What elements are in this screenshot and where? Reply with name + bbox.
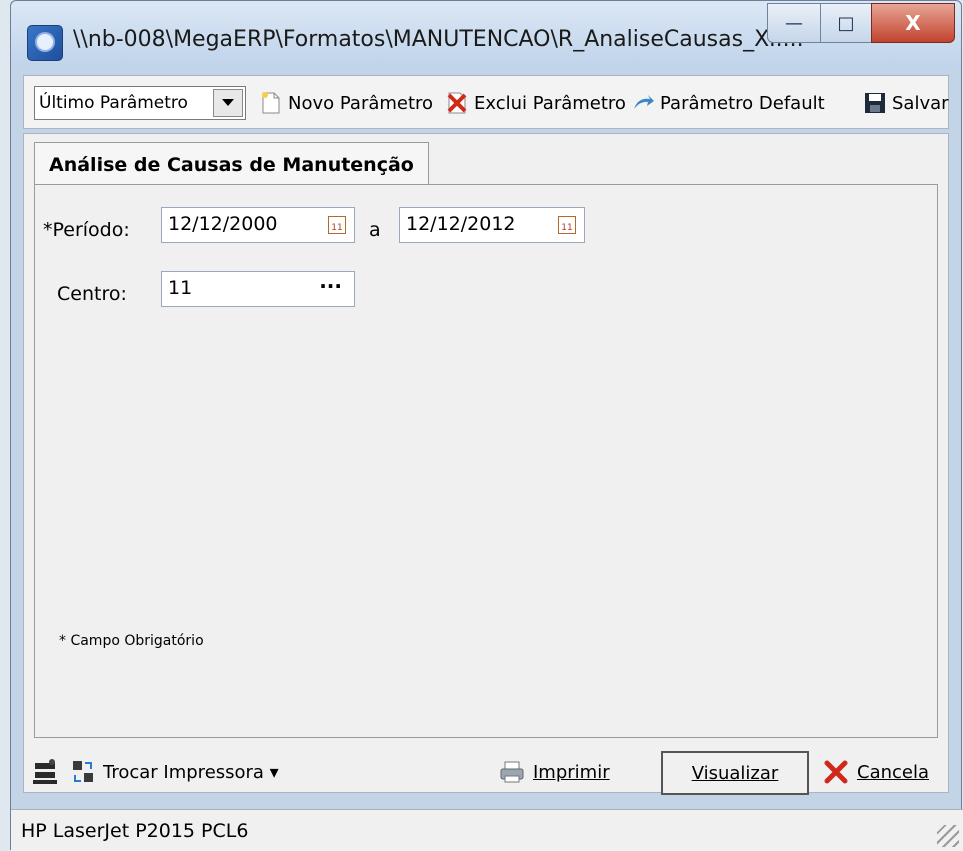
cancel-button[interactable]: Cancela (823, 755, 929, 789)
new-parameter-label: Novo Parâmetro (288, 92, 434, 114)
close-x-icon (823, 759, 849, 785)
title-bar[interactable]: \\nb-008\MegaERP\Formatos\MANUTENCAO\R_A… (11, 1, 961, 69)
period-label: *Período: (43, 219, 130, 241)
visualize-label: Visualizar (691, 762, 779, 784)
delete-parameter-button[interactable]: Exclui Parâmetro (446, 88, 626, 118)
minimize-button[interactable]: — (767, 3, 821, 43)
change-printer-label: Trocar Impressora ▾ (103, 761, 279, 783)
tab-content: *Período: 12/12/2000 11 a 12/12/2012 11 … (34, 184, 938, 738)
period-separator: a (369, 219, 381, 241)
default-parameter-label: Parâmetro Default (660, 92, 825, 114)
print-button[interactable]: Imprimir (499, 755, 610, 789)
center-value: 11 (168, 277, 193, 299)
parameter-toolbar: Último Parâmetro Novo Parâmetro Exclui P… (23, 75, 949, 129)
save-label: Salvar (892, 92, 949, 114)
browse-ellipsis-icon[interactable]: ··· (319, 274, 342, 298)
center-field[interactable]: 11 ··· (161, 271, 355, 307)
resize-grip-icon[interactable] (937, 825, 959, 847)
default-arrow-icon (632, 91, 654, 115)
parameter-select[interactable]: Último Parâmetro (34, 86, 246, 120)
calendar-icon[interactable]: 11 (558, 216, 576, 234)
visualize-button[interactable]: Visualizar (661, 751, 809, 795)
default-parameter-button[interactable]: Parâmetro Default (632, 88, 825, 118)
period-to-field[interactable]: 12/12/2012 11 (399, 207, 585, 243)
delete-document-icon (446, 91, 468, 115)
print-label: Imprimir (533, 761, 610, 783)
delete-parameter-label: Exclui Parâmetro (474, 92, 626, 114)
save-button[interactable]: Salvar (864, 88, 949, 118)
swap-printer-icon (71, 759, 95, 785)
parameter-select-value: Último Parâmetro (39, 93, 188, 113)
action-bar: Trocar Impressora ▾ Imprimir Visualizar … (23, 741, 949, 803)
new-document-icon (260, 91, 282, 115)
window-title: \\nb-008\MegaERP\Formatos\MANUTENCAO\R_A… (73, 27, 804, 52)
printer-name: HP LaserJet P2015 PCL6 (21, 820, 249, 842)
floppy-disk-icon (864, 91, 886, 115)
report-window: \\nb-008\MegaERP\Formatos\MANUTENCAO\R_A… (10, 0, 963, 851)
center-label: Centro: (57, 283, 127, 305)
close-button[interactable]: X (871, 3, 955, 43)
maximize-button[interactable]: □ (820, 3, 872, 43)
period-from-field[interactable]: 12/12/2000 11 (161, 207, 355, 243)
dropdown-arrow-icon[interactable] (213, 89, 243, 117)
period-to-value: 12/12/2012 (406, 213, 516, 235)
calendar-icon[interactable]: 11 (328, 216, 346, 234)
printer-setup-icon (33, 759, 57, 785)
status-bar: HP LaserJet P2015 PCL6 (11, 809, 963, 851)
period-from-value: 12/12/2000 (168, 213, 278, 235)
parameter-panel: Análise de Causas de Manutenção *Período… (23, 133, 949, 793)
required-field-note: * Campo Obrigatório (59, 633, 204, 649)
printer-icon (499, 760, 525, 784)
change-printer-button[interactable]: Trocar Impressora ▾ (33, 755, 279, 789)
app-icon (27, 25, 63, 61)
new-parameter-button[interactable]: Novo Parâmetro (260, 88, 433, 118)
cancel-label: Cancela (857, 761, 930, 783)
tab-analise-causas[interactable]: Análise de Causas de Manutenção (34, 142, 429, 186)
